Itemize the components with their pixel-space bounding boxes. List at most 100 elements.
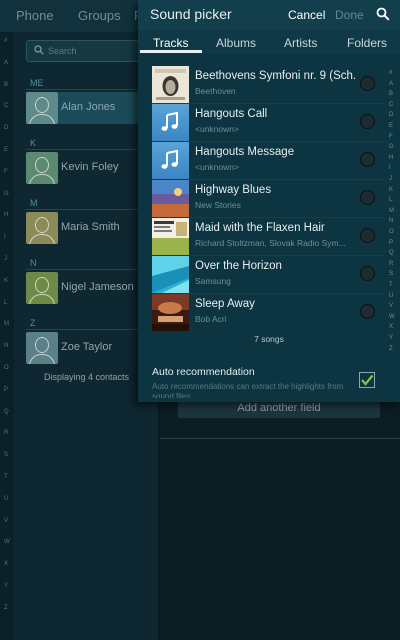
- index-letter[interactable]: #: [389, 70, 392, 76]
- index-letter[interactable]: J: [4, 256, 7, 262]
- track-item[interactable]: Sleep Away Bob Acri: [152, 293, 384, 331]
- index-letter[interactable]: O: [389, 229, 394, 235]
- index-letter[interactable]: F: [389, 134, 393, 140]
- done-button[interactable]: Done: [335, 8, 364, 22]
- tab-albums[interactable]: Albums: [216, 36, 256, 50]
- tab-tracks[interactable]: Tracks: [153, 36, 189, 50]
- index-letter[interactable]: D: [389, 112, 393, 118]
- index-letter[interactable]: B: [4, 82, 8, 88]
- index-letter[interactable]: E: [4, 147, 8, 153]
- track-radio[interactable]: [360, 304, 375, 319]
- contact-item-kevin-foley[interactable]: Kevin Foley: [26, 152, 152, 184]
- index-letter[interactable]: R: [4, 430, 8, 436]
- index-letter[interactable]: Z: [4, 605, 8, 611]
- index-letter[interactable]: W: [389, 314, 395, 320]
- music-note-icon: [152, 104, 189, 141]
- track-radio[interactable]: [360, 190, 375, 205]
- search-icon[interactable]: [376, 7, 390, 21]
- index-letter[interactable]: M: [4, 321, 9, 327]
- tab-groups[interactable]: Groups: [78, 8, 121, 23]
- track-item[interactable]: Hangouts Message <unknown>: [152, 141, 384, 179]
- index-letter[interactable]: R: [389, 261, 393, 267]
- contact-item-nigel-jameson[interactable]: Nigel Jameson: [26, 272, 152, 304]
- contact-item-alan-jones[interactable]: Alan Jones: [26, 92, 152, 124]
- index-letter[interactable]: I: [4, 234, 6, 240]
- index-letter[interactable]: Q: [389, 250, 394, 256]
- index-letter[interactable]: X: [389, 324, 393, 330]
- index-letter[interactable]: Y: [4, 583, 8, 589]
- index-letter[interactable]: I: [389, 165, 391, 171]
- track-title: Over the Horizon: [195, 260, 282, 272]
- dialog-title: Sound picker: [150, 6, 232, 22]
- track-item[interactable]: Highway Blues New Stories: [152, 179, 384, 217]
- contact-item-maria-smith[interactable]: Maria Smith: [26, 212, 152, 244]
- index-letter[interactable]: L: [389, 197, 392, 203]
- index-letter[interactable]: N: [4, 343, 8, 349]
- contact-item-zoe-taylor[interactable]: Zoe Taylor: [26, 332, 152, 364]
- track-item[interactable]: Over the Horizon Samsung: [152, 255, 384, 293]
- divider: [26, 269, 152, 270]
- index-letter[interactable]: #: [4, 38, 7, 44]
- tab-folders[interactable]: Folders: [347, 36, 387, 50]
- contacts-index-bar[interactable]: # A B C D E F G H I J K L M N O P Q R S T U V W X Y Z: [0, 32, 14, 640]
- index-letter[interactable]: C: [389, 102, 393, 108]
- track-item[interactable]: Hangouts Call <unknown>: [152, 103, 384, 141]
- track-artist: New Stories: [195, 200, 241, 210]
- dialog-header: Sound picker Cancel Done: [138, 0, 400, 30]
- index-letter[interactable]: H: [389, 155, 393, 161]
- track-radio[interactable]: [360, 266, 375, 281]
- track-item[interactable]: Maid with the Flaxen Hair Richard Stoltz…: [152, 217, 384, 255]
- index-letter[interactable]: G: [389, 144, 394, 150]
- index-letter[interactable]: S: [4, 452, 8, 458]
- index-letter[interactable]: E: [389, 123, 393, 129]
- index-letter[interactable]: V: [4, 518, 8, 524]
- index-letter[interactable]: W: [4, 539, 10, 545]
- tab-artists[interactable]: Artists: [284, 36, 317, 50]
- cancel-button[interactable]: Cancel: [288, 8, 325, 22]
- auto-recommendation-checkbox[interactable]: [359, 372, 375, 388]
- tab-phone[interactable]: Phone: [16, 8, 54, 23]
- tracks-index-bar[interactable]: # A B C D E F G H I J K L M N O P Q R S T U V W X Y Z: [386, 70, 400, 360]
- index-letter[interactable]: S: [389, 271, 393, 277]
- index-letter[interactable]: T: [4, 474, 8, 480]
- index-letter[interactable]: K: [4, 278, 8, 284]
- index-letter[interactable]: T: [389, 282, 393, 288]
- track-artist: Samsung: [195, 276, 231, 286]
- index-letter[interactable]: A: [389, 81, 393, 87]
- track-radio[interactable]: [360, 76, 375, 91]
- index-letter[interactable]: J: [389, 176, 392, 182]
- index-letter[interactable]: G: [4, 191, 9, 197]
- index-letter[interactable]: P: [389, 240, 393, 246]
- selected-tab-indicator: [140, 50, 202, 53]
- index-letter[interactable]: B: [389, 91, 393, 97]
- index-letter[interactable]: K: [389, 187, 393, 193]
- index-letter[interactable]: D: [4, 125, 8, 131]
- index-letter[interactable]: U: [4, 496, 8, 502]
- index-letter[interactable]: F: [4, 169, 8, 175]
- track-radio[interactable]: [360, 228, 375, 243]
- index-letter[interactable]: H: [4, 212, 8, 218]
- index-letter[interactable]: N: [389, 218, 393, 224]
- index-letter[interactable]: P: [4, 387, 8, 393]
- index-letter[interactable]: M: [389, 208, 394, 214]
- index-letter[interactable]: V: [389, 303, 393, 309]
- track-title: Sleep Away: [195, 298, 255, 310]
- track-artist: Bob Acri: [195, 314, 227, 324]
- section-header-me: ME: [30, 78, 44, 88]
- contacts-search-input[interactable]: Search: [26, 40, 148, 62]
- checkmark-icon: [361, 374, 374, 386]
- index-letter[interactable]: O: [4, 365, 9, 371]
- index-letter[interactable]: Q: [4, 409, 9, 415]
- index-letter[interactable]: X: [4, 561, 8, 567]
- index-letter[interactable]: Z: [389, 346, 393, 352]
- avatar: [26, 212, 58, 244]
- index-letter[interactable]: A: [4, 60, 8, 66]
- track-item[interactable]: Beethovens Symfoni nr. 9 (Sch... Beethov…: [152, 65, 384, 103]
- avatar: [26, 92, 58, 124]
- track-radio[interactable]: [360, 114, 375, 129]
- index-letter[interactable]: C: [4, 103, 8, 109]
- index-letter[interactable]: U: [389, 293, 393, 299]
- track-radio[interactable]: [360, 152, 375, 167]
- index-letter[interactable]: L: [4, 300, 7, 306]
- track-artist: Beethoven: [195, 86, 236, 96]
